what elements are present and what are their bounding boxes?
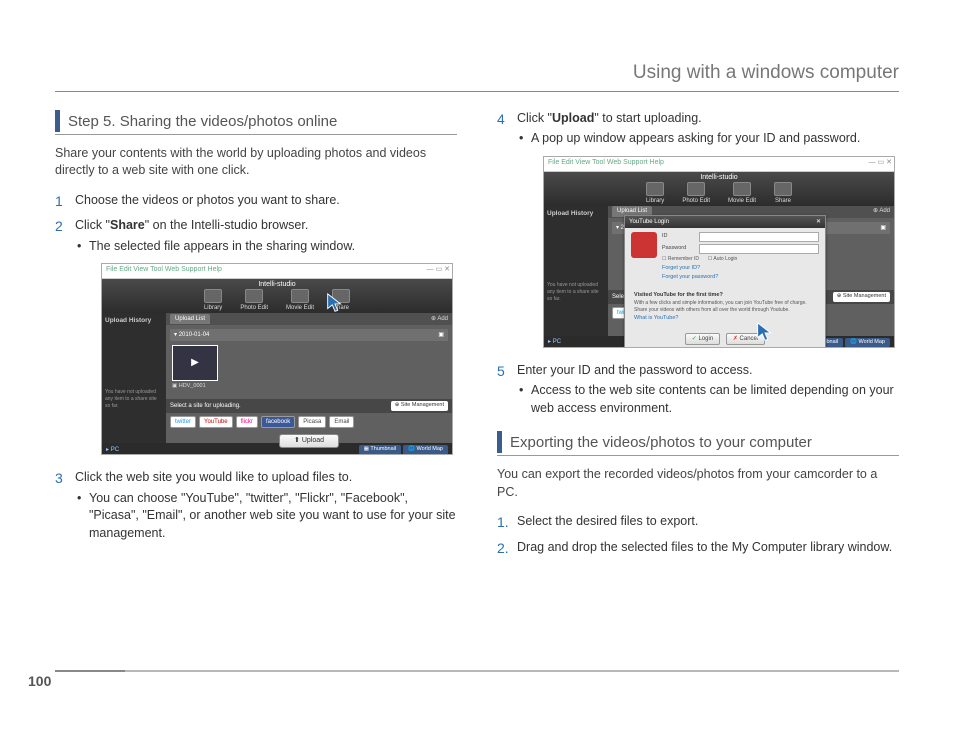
section-heading-export: Exporting the videos/photos to your comp… — [497, 431, 899, 456]
step-4: 4 Click "Upload" to start uploading. A p… — [497, 110, 899, 348]
export-step-2: 2. Drag and drop the selected files to t… — [497, 539, 899, 557]
step-4-sub: A pop up window appears asking for your … — [517, 130, 899, 148]
step-1: 1 Choose the videos or photos you want t… — [55, 192, 457, 210]
step-2: 2 Click "Share" on the Intelli-studio br… — [55, 217, 457, 455]
page-header: Using with a windows computer — [55, 60, 899, 92]
login-dialog: YouTube Login✕ ID Password ☐ Remember ID… — [624, 215, 826, 348]
export-intro: You can export the recorded videos/photo… — [497, 466, 899, 501]
screenshot-login-dialog: — ▭ ✕ File Edit View Tool Web Support He… — [543, 156, 895, 348]
section-heading-share: Step 5. Sharing the videos/photos online — [55, 110, 457, 135]
right-column: 4 Click "Upload" to start uploading. A p… — [497, 110, 899, 565]
step-3-sub: You can choose "YouTube", "twitter", "Fl… — [75, 490, 457, 543]
step-3: 3 Click the web site you would like to u… — [55, 469, 457, 542]
screenshot-share-window: — ▭ ✕ File Edit View Tool Web Support He… — [101, 263, 453, 455]
intro-text: Share your contents with the world by up… — [55, 145, 457, 180]
step-5: 5 Enter your ID and the password to acce… — [497, 362, 899, 418]
step-5-sub: Access to the web site contents can be l… — [517, 382, 899, 417]
page-number: 100 — [28, 672, 51, 692]
export-step-1: 1. Select the desired files to export. — [497, 513, 899, 531]
left-column: Step 5. Sharing the videos/photos online… — [55, 110, 457, 565]
step-2-sub: The selected file appears in the sharing… — [75, 238, 457, 256]
